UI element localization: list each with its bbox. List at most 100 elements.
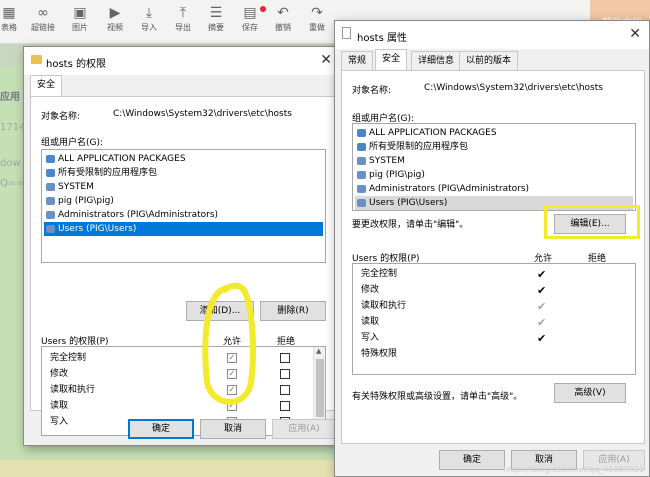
close-icon[interactable]: ✕ <box>320 52 332 68</box>
toolbar-video-button[interactable]: ▶ 视频 <box>100 4 130 33</box>
object-name-value: C:\Windows\System32\drivers\etc\hosts <box>113 109 292 119</box>
list-item[interactable]: 所有受限制的应用程序包 <box>355 140 633 154</box>
allow-check-icon: ✔ <box>537 316 547 329</box>
import-icon: ⤓ <box>145 5 153 21</box>
permissions-dialog-title: hosts 的权限 <box>46 59 106 70</box>
video-icon: ▶ <box>109 5 121 21</box>
remove-button[interactable]: 删除(R) <box>260 301 326 321</box>
allow-check-icon: ✔ <box>537 284 547 297</box>
tab-security[interactable]: 安全 <box>375 49 408 71</box>
deny-checkbox[interactable] <box>280 353 290 363</box>
perm-row: 读取 <box>361 317 380 327</box>
list-item[interactable]: ALL APPLICATION PACKAGES <box>355 126 633 140</box>
perm-row: 完全控制 <box>50 353 87 363</box>
object-name-value: C:\Windows\System32\drivers\etc\hosts <box>424 83 603 93</box>
users-icon <box>46 183 55 191</box>
permissions-titlebar: hosts 的权限 ✕ <box>24 47 340 75</box>
unsaved-dot-icon <box>260 6 266 12</box>
groups-label: 组或用户名(G): <box>41 138 104 148</box>
edit-hint: 要更改权限，请单击"编辑"。 <box>352 220 469 230</box>
perm-row: 读取和执行 <box>361 301 407 311</box>
list-item[interactable]: Administrators (PIG\Administrators) <box>44 208 323 222</box>
perm-row: 修改 <box>361 285 380 295</box>
list-item-selected[interactable]: Users (PIG\Users) <box>44 222 323 236</box>
allow-check-icon: ✔ <box>537 332 547 345</box>
perm-row: 读取和执行 <box>50 385 96 395</box>
users-icon <box>357 185 366 193</box>
tab-previous-versions[interactable]: 以前的版本 <box>459 51 519 71</box>
link-icon: ∞ <box>37 5 49 21</box>
list-item[interactable]: SYSTEM <box>44 180 323 194</box>
watermark: https://blog.csdn.net/qq_41089021 <box>503 465 644 474</box>
package-icon <box>46 155 55 163</box>
folder-icon <box>31 55 42 64</box>
package-icon <box>357 143 366 151</box>
permissions-list: 完全控制 修改 读取和执行 读取 写入 特殊权限 ✔ ✔ ✔ ✔ ✔ <box>352 263 636 375</box>
properties-dialog-title: hosts 属性 <box>357 33 407 44</box>
security-panel: 对象名称: C:\Windows\System32\drivers\etc\ho… <box>30 96 336 436</box>
bg-fragment: 应用 <box>0 92 20 103</box>
bg-fragment: 1714 <box>0 122 26 133</box>
table-icon: ▦ <box>2 5 16 21</box>
scroll-thumb[interactable] <box>316 359 324 417</box>
list-item[interactable]: ALL APPLICATION PACKAGES <box>44 152 323 166</box>
list-item[interactable]: Administrators (PIG\Administrators) <box>355 182 633 196</box>
list-item[interactable]: pig (PIG\pig) <box>44 194 323 208</box>
allow-check-icon: ✔ <box>537 268 547 281</box>
advanced-hint: 有关特殊权限或高级设置，请单击"高级"。 <box>352 392 523 402</box>
close-icon[interactable]: ✕ <box>629 26 641 42</box>
groups-list[interactable]: ALL APPLICATION PACKAGES 所有受限制的应用程序包 SYS… <box>352 123 636 211</box>
export-icon: ⤒ <box>179 5 187 21</box>
groups-list[interactable]: ALL APPLICATION PACKAGES 所有受限制的应用程序包 SYS… <box>41 149 326 263</box>
advanced-button[interactable]: 高级(V) <box>554 383 626 403</box>
object-name-label: 对象名称: <box>352 86 392 96</box>
deny-checkbox[interactable] <box>280 369 290 379</box>
toolbar-undo-button[interactable]: ↶ 撤销 <box>268 4 298 33</box>
toolbar-table-button[interactable]: ▦ 表格 <box>0 4 24 33</box>
tab-details[interactable]: 详细信息 <box>411 51 462 71</box>
image-icon: ▣ <box>73 5 87 21</box>
marker-annotation <box>202 282 256 405</box>
perm-row: 写入 <box>361 333 380 343</box>
toolbar-image-button[interactable]: ▣ 图片 <box>65 4 95 33</box>
users-icon <box>46 225 55 233</box>
package-icon <box>46 169 55 177</box>
perm-row: 完全控制 <box>361 269 398 279</box>
file-icon <box>342 27 351 39</box>
perm-row: 特殊权限 <box>361 349 398 359</box>
toolbar-summary-button[interactable]: ☰ 摘要 <box>201 4 231 33</box>
list-item[interactable]: 所有受限制的应用程序包 <box>44 166 323 180</box>
undo-icon: ↶ <box>277 5 289 21</box>
edit-button[interactable]: 编辑(E)... <box>554 214 626 234</box>
user-icon <box>46 197 55 205</box>
users-icon <box>46 211 55 219</box>
properties-titlebar: hosts 属性 ✕ <box>335 21 649 49</box>
tab-general[interactable]: 常规 <box>341 51 374 71</box>
perm-row: 修改 <box>50 369 69 379</box>
tab-security[interactable]: 安全 <box>30 75 63 97</box>
toolbar-redo-button[interactable]: ↷ 重做 <box>302 4 332 33</box>
summary-icon: ☰ <box>209 5 223 21</box>
deny-checkbox[interactable] <box>280 385 290 395</box>
security-panel: 对象名称: C:\Windows\System32\drivers\etc\ho… <box>341 70 645 444</box>
apply-button[interactable]: 应用(A) <box>272 419 336 439</box>
toolbar-export-button[interactable]: ⤒ 导出 <box>168 4 198 33</box>
list-item[interactable]: pig (PIG\pig) <box>355 168 633 182</box>
object-name-label: 对象名称: <box>41 112 81 122</box>
deny-checkbox[interactable] <box>280 401 290 411</box>
bg-fragment: dow <box>0 158 21 169</box>
scroll-up-icon[interactable]: ▲ <box>316 347 321 355</box>
users-icon <box>357 199 366 207</box>
properties-dialog: hosts 属性 ✕ 常规 安全 详细信息 以前的版本 对象名称: C:\Win… <box>334 20 650 477</box>
list-item[interactable]: SYSTEM <box>355 154 633 168</box>
ok-button[interactable]: 确定 <box>128 419 194 439</box>
perm-row: 读取 <box>50 401 69 411</box>
toolbar-import-button[interactable]: ⤓ 导入 <box>134 4 164 33</box>
ok-button[interactable]: 确定 <box>439 450 505 470</box>
allow-check-icon: ✔ <box>537 300 547 313</box>
cancel-button[interactable]: 取消 <box>200 419 266 439</box>
toolbar-link-button[interactable]: ∞ 超链接 <box>28 4 58 33</box>
users-icon <box>357 157 366 165</box>
user-icon <box>357 171 366 179</box>
perm-row: 写入 <box>50 417 69 427</box>
